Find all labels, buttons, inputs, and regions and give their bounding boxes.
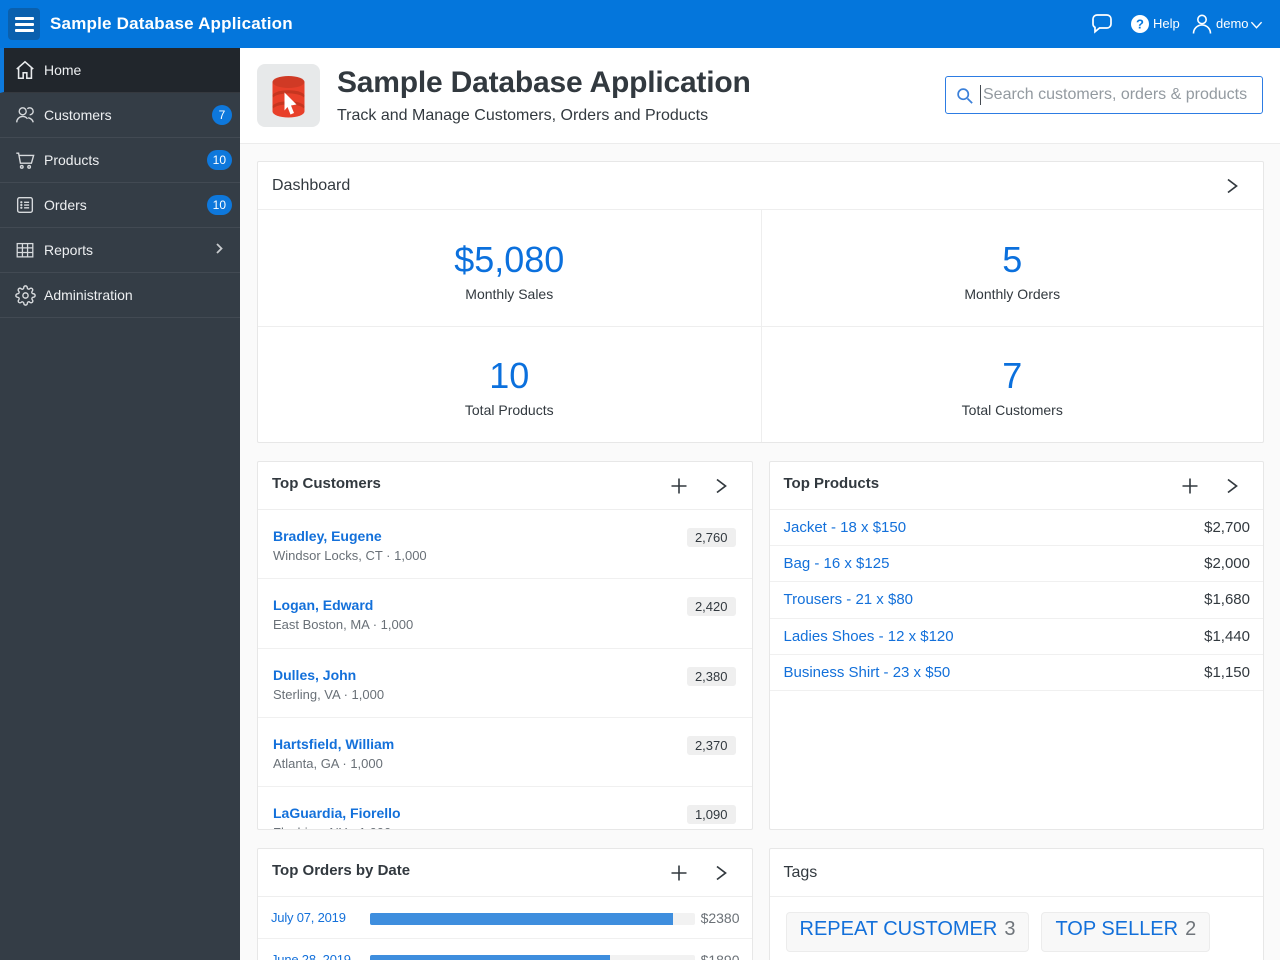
- svg-text:?: ?: [1136, 17, 1144, 32]
